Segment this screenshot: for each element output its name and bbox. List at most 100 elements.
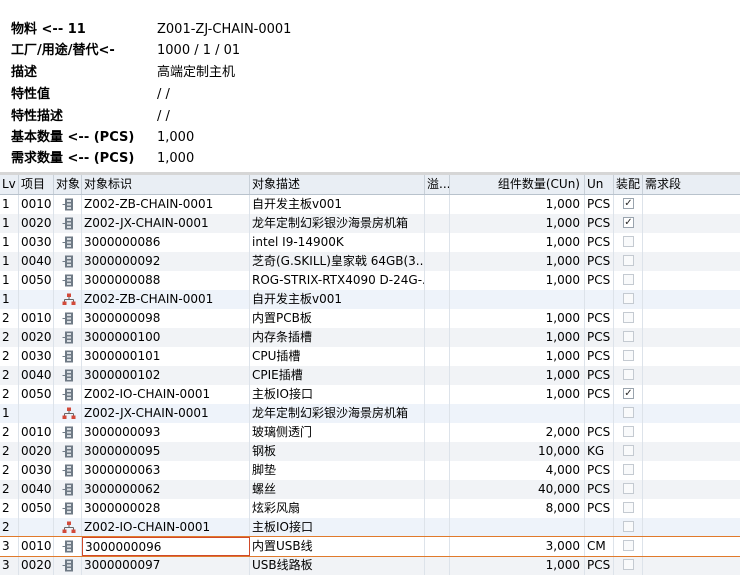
cell-item[interactable]: 0030 — [19, 233, 54, 252]
cell-overflow[interactable] — [425, 195, 450, 214]
assembly-checkbox[interactable] — [623, 350, 634, 361]
cell-qty[interactable]: 3,000 — [450, 537, 585, 556]
cell-lv[interactable]: 1 — [0, 195, 19, 214]
cell-item[interactable]: 0020 — [19, 442, 54, 461]
cell-desc[interactable]: 龙年定制幻彩银沙海景房机箱 — [250, 214, 425, 233]
cell-item[interactable]: 0010 — [19, 309, 54, 328]
cell-desc[interactable]: intel I9-14900K — [250, 233, 425, 252]
cell-item[interactable]: 0040 — [19, 480, 54, 499]
cell-id[interactable]: 3000000063 — [82, 461, 250, 480]
cell-unit[interactable] — [585, 518, 614, 537]
assembly-checkbox[interactable] — [623, 445, 634, 456]
cell-lv[interactable]: 2 — [0, 499, 19, 518]
assembly-checkbox[interactable] — [623, 407, 634, 418]
cell-qty[interactable]: 40,000 — [450, 480, 585, 499]
cell-item[interactable]: 0020 — [19, 328, 54, 347]
cell-unit[interactable]: PCS — [585, 461, 614, 480]
cell-id[interactable]: Z002-IO-CHAIN-0001 — [82, 518, 250, 537]
cell-overflow[interactable] — [425, 366, 450, 385]
cell-desc[interactable]: USB线路板 — [250, 556, 425, 575]
cell-req-seg[interactable] — [643, 347, 740, 366]
table-row[interactable]: 2 0050 3000000028 炫彩风扇 8,000 PCS — [0, 499, 740, 518]
cell-req-seg[interactable] — [643, 499, 740, 518]
table-row[interactable]: 1 0020 Z002-JX-CHAIN-0001 龙年定制幻彩银沙海景房机箱 1,00… — [0, 214, 740, 233]
table-row[interactable]: 1 0050 3000000088 ROG-STRIX-RTX4090 D-24G-.… — [0, 271, 740, 290]
cell-unit[interactable]: PCS — [585, 480, 614, 499]
col-header-obj-id[interactable]: 对象标识 — [82, 175, 250, 194]
assembly-checkbox[interactable] — [623, 369, 634, 380]
cell-lv[interactable]: 1 — [0, 252, 19, 271]
cell-item[interactable]: 0010 — [19, 537, 54, 556]
plant-value[interactable]: 1000 / 1 / 01 — [157, 40, 240, 62]
cell-desc[interactable]: 内存条插槽 — [250, 328, 425, 347]
cell-qty[interactable]: 8,000 — [450, 499, 585, 518]
cell-unit[interactable]: PCS — [585, 309, 614, 328]
cell-overflow[interactable] — [425, 423, 450, 442]
cell-overflow[interactable] — [425, 537, 450, 556]
col-header-lv[interactable]: Lv — [0, 175, 19, 194]
cell-lv[interactable]: 1 — [0, 290, 19, 309]
cell-desc[interactable]: 主板IO接口 — [250, 385, 425, 404]
col-header-obj-desc[interactable]: 对象描述 — [250, 175, 425, 194]
table-row[interactable]: 2 0050 Z002-IO-CHAIN-0001 主板IO接口 1,000 PCS ✓ — [0, 385, 740, 404]
col-header-obj[interactable]: 对象 — [54, 175, 82, 194]
cell-unit[interactable]: PCS — [585, 214, 614, 233]
cell-overflow[interactable] — [425, 499, 450, 518]
cell-lv[interactable]: 2 — [0, 385, 19, 404]
assembly-checkbox[interactable] — [623, 483, 634, 494]
cell-desc[interactable]: CPIE插槽 — [250, 366, 425, 385]
cell-req-seg[interactable] — [643, 271, 740, 290]
cell-item[interactable]: 0040 — [19, 252, 54, 271]
cell-req-seg[interactable] — [643, 404, 740, 423]
table-row[interactable]: 2 0020 3000000095 钢板 10,000 KG — [0, 442, 740, 461]
cell-item[interactable]: 0020 — [19, 214, 54, 233]
cell-desc[interactable]: CPU插槽 — [250, 347, 425, 366]
col-header-qty[interactable]: 组件数量(CUn) — [450, 175, 585, 194]
cell-lv[interactable]: 1 — [0, 404, 19, 423]
cell-id[interactable]: Z002-ZB-CHAIN-0001 — [82, 195, 250, 214]
cell-unit[interactable]: KG — [585, 442, 614, 461]
cell-unit[interactable] — [585, 290, 614, 309]
cell-req-seg[interactable] — [643, 328, 740, 347]
cell-lv[interactable]: 2 — [0, 309, 19, 328]
cell-req-seg[interactable] — [643, 461, 740, 480]
cell-unit[interactable]: PCS — [585, 499, 614, 518]
cell-desc[interactable]: 龙年定制幻彩银沙海景房机箱 — [250, 404, 425, 423]
cell-req-seg[interactable] — [643, 366, 740, 385]
cell-desc[interactable]: 芝奇(G.SKILL)皇家戟 64GB(3... — [250, 252, 425, 271]
cell-lv[interactable]: 2 — [0, 423, 19, 442]
cell-item[interactable]: 0050 — [19, 385, 54, 404]
cell-qty[interactable]: 2,000 — [450, 423, 585, 442]
cell-id[interactable]: 3000000062 — [82, 480, 250, 499]
table-row[interactable]: 2 0040 3000000062 螺丝 40,000 PCS — [0, 480, 740, 499]
cell-unit[interactable]: PCS — [585, 271, 614, 290]
cell-overflow[interactable] — [425, 385, 450, 404]
cell-lv[interactable]: 1 — [0, 233, 19, 252]
cell-req-seg[interactable] — [643, 252, 740, 271]
cell-lv[interactable]: 2 — [0, 518, 19, 537]
cell-lv[interactable]: 2 — [0, 328, 19, 347]
table-row[interactable]: 3 0010 3000000096 内置USB线 3,000 CM — [0, 536, 740, 557]
cell-unit[interactable]: PCS — [585, 423, 614, 442]
cell-lv[interactable]: 1 — [0, 214, 19, 233]
cell-qty[interactable]: 1,000 — [450, 366, 585, 385]
cell-req-seg[interactable] — [643, 480, 740, 499]
cell-item[interactable]: 0050 — [19, 499, 54, 518]
assembly-checkbox[interactable]: ✓ — [623, 217, 634, 228]
cell-req-seg[interactable] — [643, 290, 740, 309]
table-row[interactable]: 1 0010 Z002-ZB-CHAIN-0001 自开发主板v001 1,000 PCS… — [0, 195, 740, 214]
assembly-checkbox[interactable] — [623, 426, 634, 437]
table-row[interactable]: 2 0030 3000000101 CPU插槽 1,000 PCS — [0, 347, 740, 366]
assembly-checkbox[interactable] — [623, 559, 634, 570]
cell-id[interactable]: 3000000088 — [82, 271, 250, 290]
cell-req-seg[interactable] — [643, 556, 740, 575]
cell-qty[interactable]: 1,000 — [450, 214, 585, 233]
cell-req-seg[interactable] — [643, 195, 740, 214]
cell-qty[interactable] — [450, 518, 585, 537]
cell-unit[interactable]: PCS — [585, 328, 614, 347]
cell-req-seg[interactable] — [643, 309, 740, 328]
assembly-checkbox[interactable] — [623, 540, 634, 551]
cell-qty[interactable] — [450, 290, 585, 309]
cell-id[interactable]: 3000000086 — [82, 233, 250, 252]
cell-unit[interactable]: PCS — [585, 233, 614, 252]
